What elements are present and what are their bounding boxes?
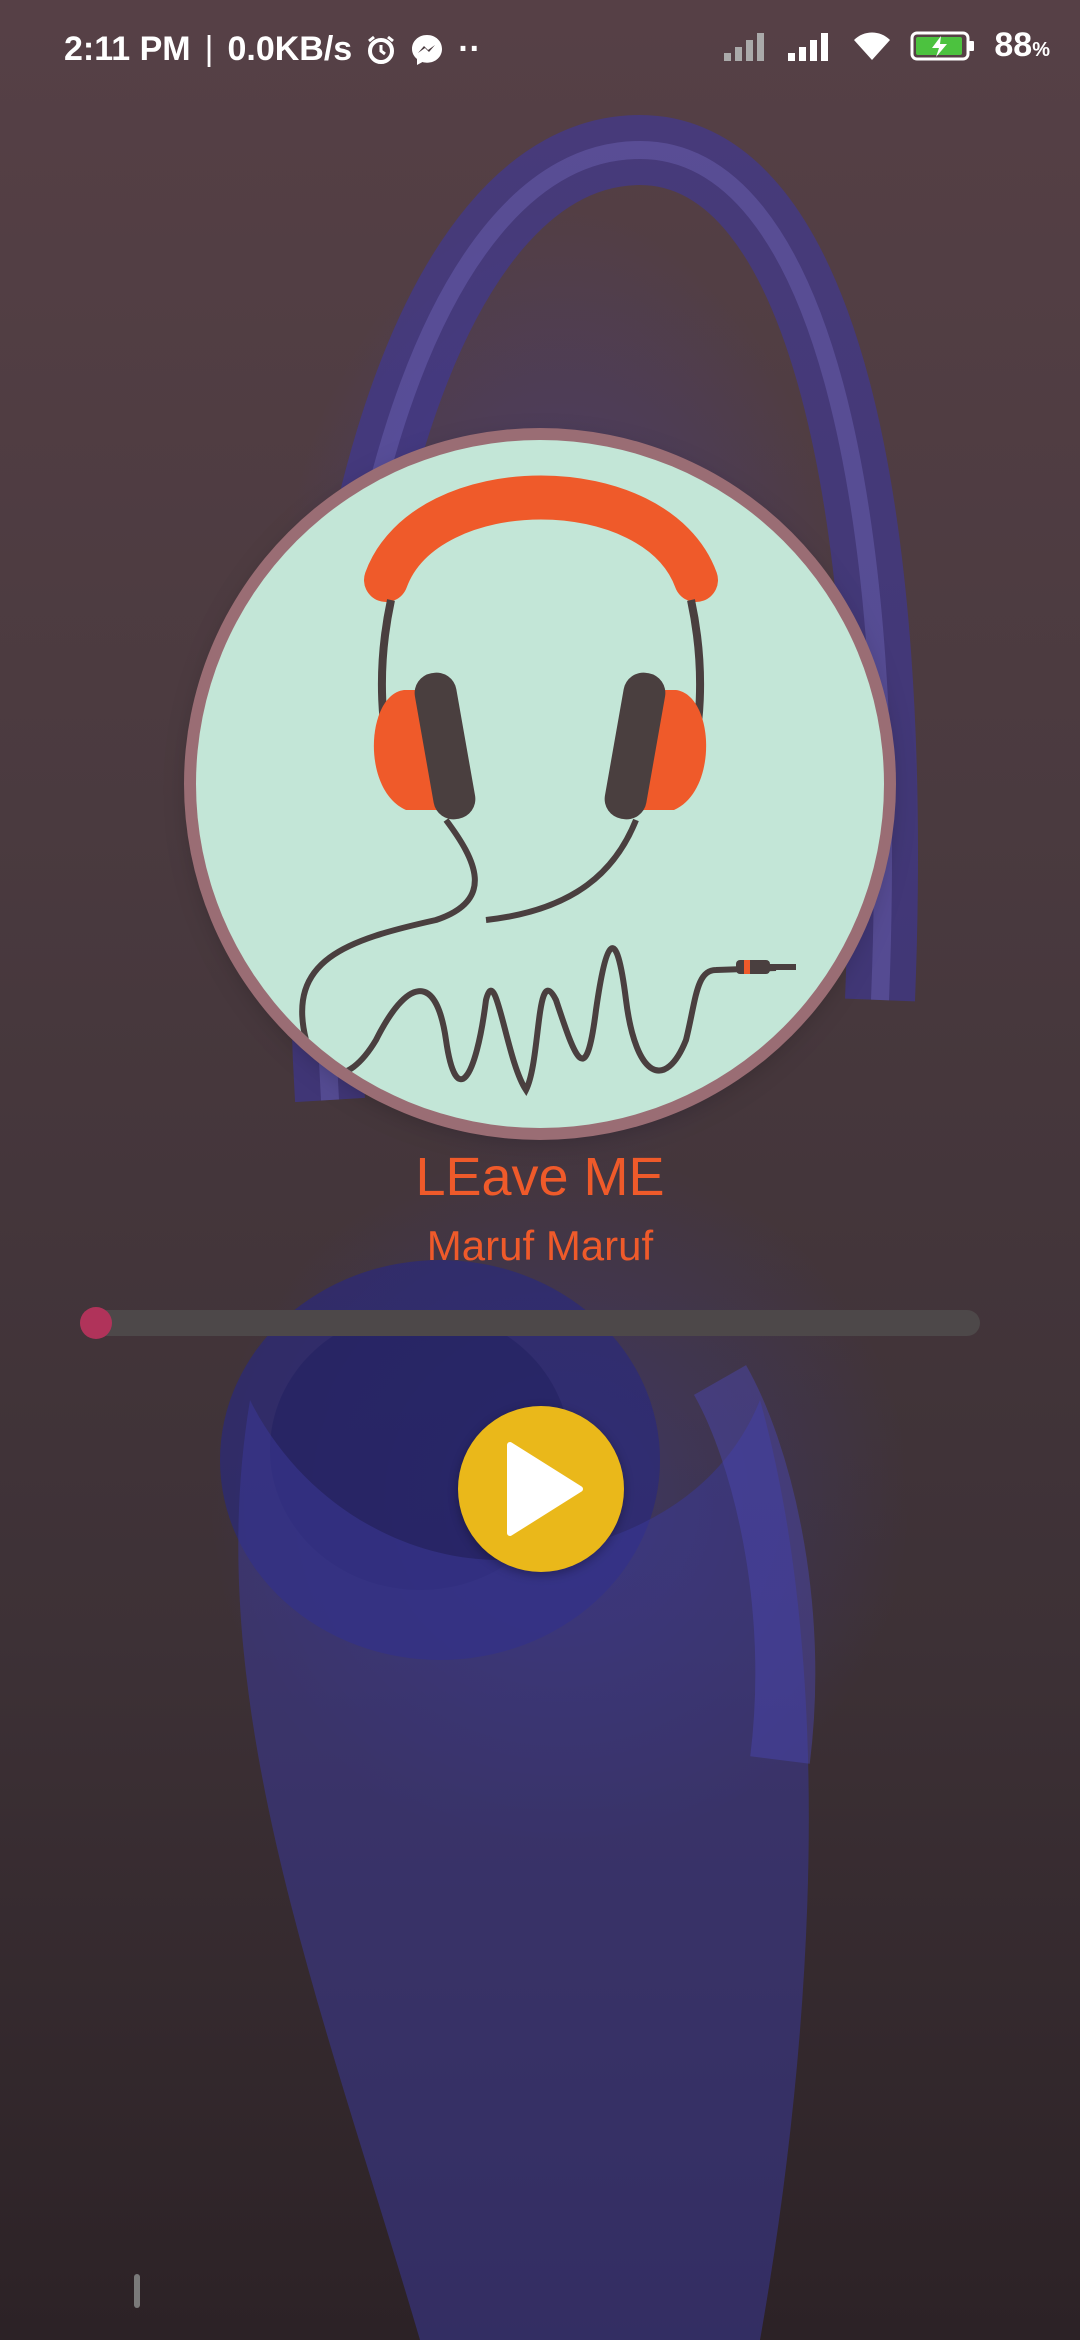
wifi-icon <box>852 30 892 62</box>
status-network-speed: 0.0KB/s <box>227 30 353 68</box>
album-art <box>196 440 884 1128</box>
song-title: LEave ME <box>415 1147 665 1207</box>
alarm-icon <box>366 35 396 65</box>
signal-icon <box>724 31 770 61</box>
seek-bar[interactable] <box>80 1307 980 1339</box>
headphones-illustration <box>299 475 796 1096</box>
status-time: 2:11 PM <box>64 30 191 68</box>
song-artist: Maruf Maruf <box>426 1222 654 1269</box>
status-separator: | <box>204 30 214 68</box>
nav-handle <box>134 2274 140 2308</box>
seek-bar-thumb[interactable] <box>80 1307 112 1339</box>
status-overflow-dots: ·· <box>458 30 481 68</box>
battery-charging-icon <box>910 30 976 62</box>
battery-percent: 88% <box>994 26 1050 64</box>
play-button[interactable] <box>458 1406 624 1572</box>
play-icon <box>507 1442 583 1536</box>
status-bar: 2:11 PM | 0.0KB/s ·· 88% <box>0 0 1080 100</box>
messenger-icon <box>410 33 444 67</box>
signal-icon <box>788 31 834 61</box>
